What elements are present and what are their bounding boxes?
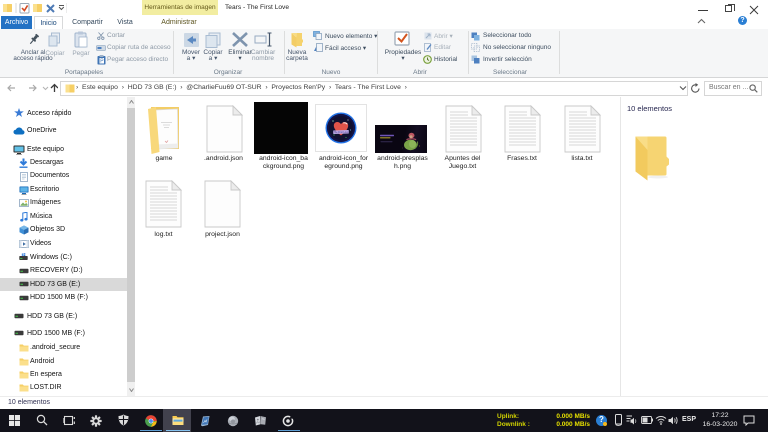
svg-text:The First Love: The First Love [333,131,349,134]
